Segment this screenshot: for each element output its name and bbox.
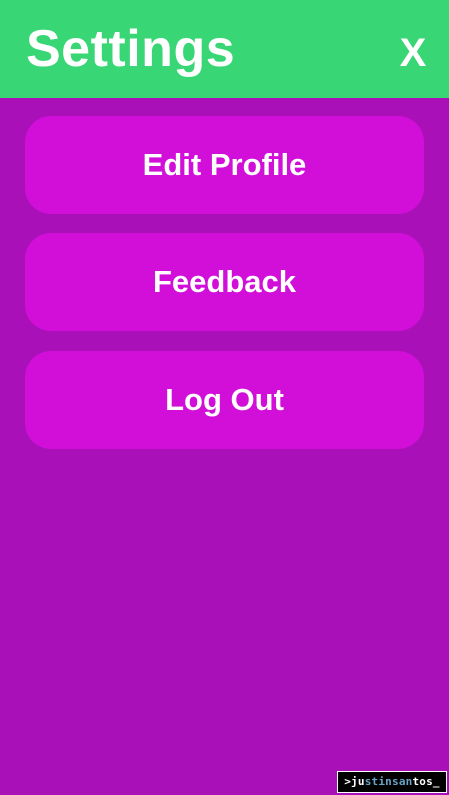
- feedback-button[interactable]: Feedback: [25, 233, 424, 331]
- page-title: Settings: [26, 20, 236, 78]
- watermark-text-2: stinsan: [364, 775, 413, 788]
- edit-profile-label: Edit Profile: [142, 147, 307, 182]
- close-icon: X: [399, 31, 427, 75]
- watermark-text-3: tos_: [412, 775, 440, 788]
- header-bar: Settings X: [0, 0, 449, 98]
- edit-profile-button[interactable]: Edit Profile: [25, 116, 424, 214]
- log-out-button[interactable]: Log Out: [25, 351, 424, 449]
- close-button[interactable]: X: [388, 28, 438, 78]
- watermark-text-1: ju: [351, 775, 365, 788]
- feedback-label: Feedback: [152, 264, 296, 299]
- log-out-label: Log Out: [165, 382, 284, 417]
- watermark-badge: >justinsantos_: [337, 771, 447, 793]
